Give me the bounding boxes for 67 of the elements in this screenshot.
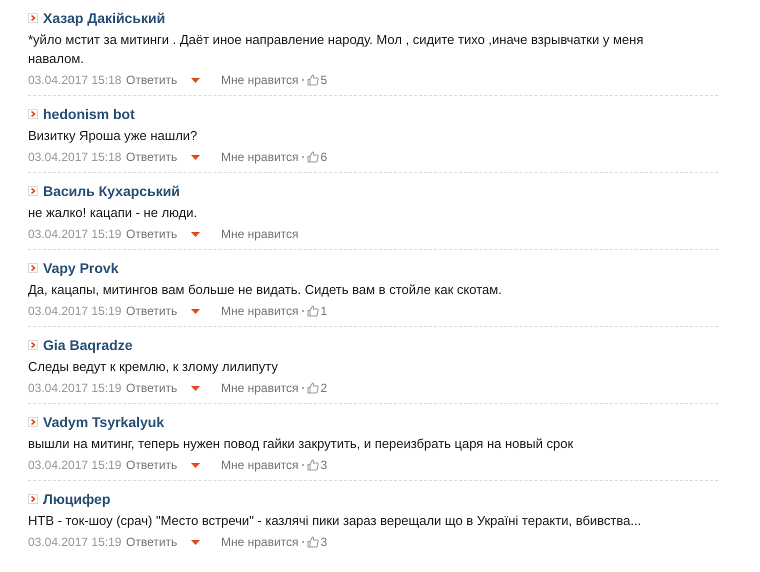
timestamp: 03.04.2017 15:19 <box>28 458 122 472</box>
separator-dot <box>302 387 304 389</box>
chevron-icon <box>28 13 38 23</box>
comment-text: Визитку Яроша уже нашли? <box>28 127 198 145</box>
caret-icon[interactable] <box>191 540 200 544</box>
like-link[interactable]: Мне нравится <box>221 381 299 395</box>
author-link[interactable]: Vadym Tsyrkalyuk <box>43 414 164 430</box>
caret-icon[interactable] <box>191 78 200 82</box>
like-link[interactable]: Мне нравится <box>221 227 299 241</box>
separator-dot <box>302 464 304 466</box>
like-link[interactable]: Мне нравится <box>221 535 299 549</box>
chevron-icon <box>28 494 38 504</box>
like-link[interactable]: Мне нравится <box>221 458 299 472</box>
author-link[interactable]: Василь Кухарський <box>43 183 180 199</box>
separator-dot <box>302 156 304 158</box>
thumbs-up-icon <box>306 459 319 471</box>
timestamp: 03.04.2017 15:18 <box>28 73 122 87</box>
caret-icon[interactable] <box>191 232 200 236</box>
reply-link[interactable]: Ответить <box>126 381 191 395</box>
reply-link[interactable]: Ответить <box>126 150 191 164</box>
comment-text: НТВ - ток-шоу (срач) "Место встречи" - казлячі пики зараз верещали що в Україні теракти, вбивства... <box>28 512 642 530</box>
chevron-icon <box>28 186 38 196</box>
separator-dot <box>302 310 304 312</box>
caret-icon[interactable] <box>191 154 200 160</box>
timestamp: 03.04.2017 15:19 <box>28 304 122 318</box>
comment-text: не жалко! кацапи - не люди. <box>28 204 198 222</box>
reply-link[interactable]: Ответить <box>126 304 191 318</box>
separator-dot <box>302 79 304 81</box>
chevron-icon <box>28 263 38 273</box>
chevron-icon <box>28 340 38 350</box>
comment-text: вышли на митинг, теперь нужен повод гайки закрутить, и переизбрать царя на новый срок <box>28 435 574 453</box>
comment-text: *уйло мстит за митинги . Даёт иное направление народу. Мол , сидите тихо ,иначе взрывчатки у меня навалом. <box>28 31 644 68</box>
thumbs-up-icon <box>306 151 319 163</box>
chevron-icon <box>28 109 38 119</box>
like-link[interactable]: Мне нравится <box>221 73 299 87</box>
like-count: 2 <box>320 381 328 395</box>
author-link[interactable]: Vapy Provk <box>43 260 118 276</box>
reply-link[interactable]: Ответить <box>126 458 191 472</box>
author-link[interactable]: Люцифер <box>43 491 110 507</box>
thumbs-up-icon <box>306 74 319 86</box>
author-link[interactable]: Хазар Дакійський <box>43 10 166 26</box>
thumbs-up-icon <box>306 382 319 394</box>
caret-icon[interactable] <box>191 308 200 314</box>
comment-text: Да, кацапы, митингов вам больше не видать. Сидеть вам в стойле как скотам. <box>28 281 503 299</box>
like-link[interactable]: Мне нравится <box>221 150 299 164</box>
timestamp: 03.04.2017 15:19 <box>28 535 122 549</box>
like-count: 1 <box>320 304 328 318</box>
like-count: 3 <box>320 458 328 472</box>
author-link[interactable]: hedonism bot <box>43 106 135 122</box>
timestamp: 03.04.2017 15:18 <box>28 150 122 164</box>
like-count: 5 <box>320 73 328 87</box>
like-count: 3 <box>320 535 328 549</box>
chevron-icon <box>28 417 38 427</box>
reply-link[interactable]: Ответить <box>126 73 191 87</box>
timestamp: 03.04.2017 15:19 <box>28 381 122 395</box>
like-link[interactable]: Мне нравится <box>221 304 299 318</box>
like-count: 6 <box>320 150 328 164</box>
separator-dot <box>302 541 304 543</box>
caret-icon[interactable] <box>191 462 200 468</box>
comment-text: Следы ведут к кремлю, к злому лилипуту <box>28 358 279 376</box>
timestamp: 03.04.2017 15:19 <box>28 227 122 241</box>
author-link[interactable]: Gia Baqradze <box>43 337 132 353</box>
caret-icon[interactable] <box>191 386 200 390</box>
reply-link[interactable]: Ответить <box>126 227 191 241</box>
thumbs-up-icon <box>306 536 319 548</box>
reply-link[interactable]: Ответить <box>126 535 191 549</box>
thumbs-up-icon <box>306 305 319 317</box>
